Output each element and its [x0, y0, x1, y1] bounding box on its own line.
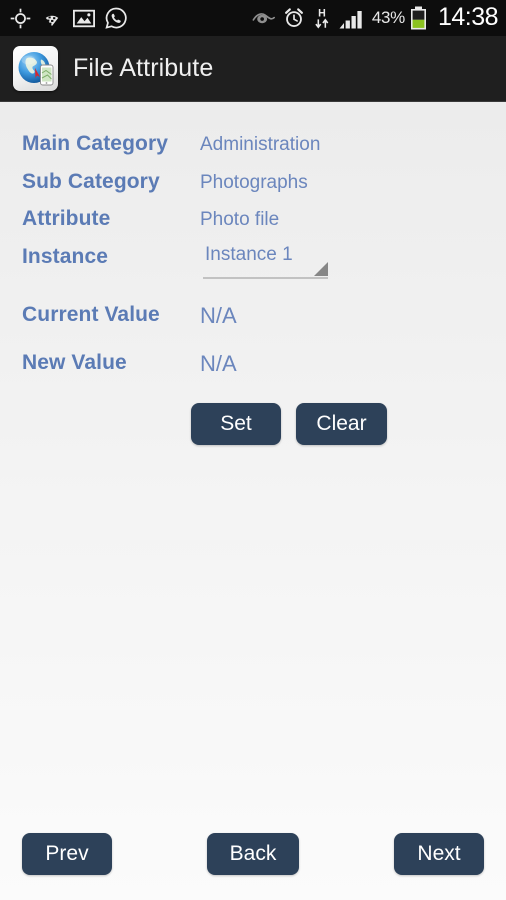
back-button[interactable]: Back	[207, 833, 299, 875]
value-sub-category: Photographs	[200, 172, 308, 193]
status-bar-left-icons	[10, 7, 127, 29]
app-title-bar: File Attribute	[0, 36, 506, 102]
instance-spinner-value: Instance 1	[205, 244, 293, 265]
gps-location-icon	[10, 8, 31, 29]
value-current-value: N/A	[200, 303, 237, 328]
image-gallery-icon	[73, 9, 95, 28]
set-button[interactable]: Set	[191, 403, 281, 445]
value-main-category: Administration	[200, 134, 321, 155]
label-current-value: Current Value	[22, 303, 160, 326]
phone-screen: H 43% 14:38 File Attribute Main Category…	[0, 0, 506, 900]
label-new-value: New Value	[22, 351, 127, 374]
battery-icon	[410, 6, 427, 30]
status-bar: H 43% 14:38	[0, 0, 506, 36]
page-title: File Attribute	[73, 54, 214, 82]
svg-text:H: H	[318, 8, 326, 20]
row-new-value: New Value N/A	[0, 351, 506, 389]
signal-bars-icon	[339, 8, 365, 29]
status-bar-right-icons: H 43% 14:38	[252, 2, 499, 32]
label-instance: Instance	[22, 245, 108, 268]
row-main-category: Main Category Administration	[0, 132, 506, 170]
instance-spinner[interactable]: Instance 1	[203, 241, 328, 279]
clear-button[interactable]: Clear	[296, 403, 387, 445]
dropdown-triangle-icon	[314, 262, 328, 276]
value-new-value: N/A	[200, 351, 237, 376]
whatsapp-icon	[105, 7, 127, 29]
battery-percent-label: 43%	[371, 8, 405, 27]
hsdpa-data-icon: H	[312, 6, 332, 30]
main-content: Main Category Administration Sub Categor…	[0, 102, 506, 900]
label-attribute: Attribute	[22, 207, 111, 230]
wifi-icon	[41, 9, 63, 27]
prev-button[interactable]: Prev	[22, 833, 112, 875]
row-current-value: Current Value N/A	[0, 303, 506, 341]
label-main-category: Main Category	[22, 132, 168, 155]
next-button[interactable]: Next	[394, 833, 484, 875]
smart-stay-eye-icon	[252, 10, 276, 27]
row-sub-category: Sub Category Photographs	[0, 170, 506, 208]
globe-phone-app-icon	[13, 46, 58, 91]
value-attribute: Photo file	[200, 209, 280, 230]
row-attribute: Attribute Photo file	[0, 207, 506, 245]
label-sub-category: Sub Category	[22, 170, 160, 193]
alarm-clock-icon	[283, 7, 305, 29]
status-bar-clock: 14:38	[437, 2, 499, 31]
row-instance: Instance Instance 1	[0, 244, 506, 283]
